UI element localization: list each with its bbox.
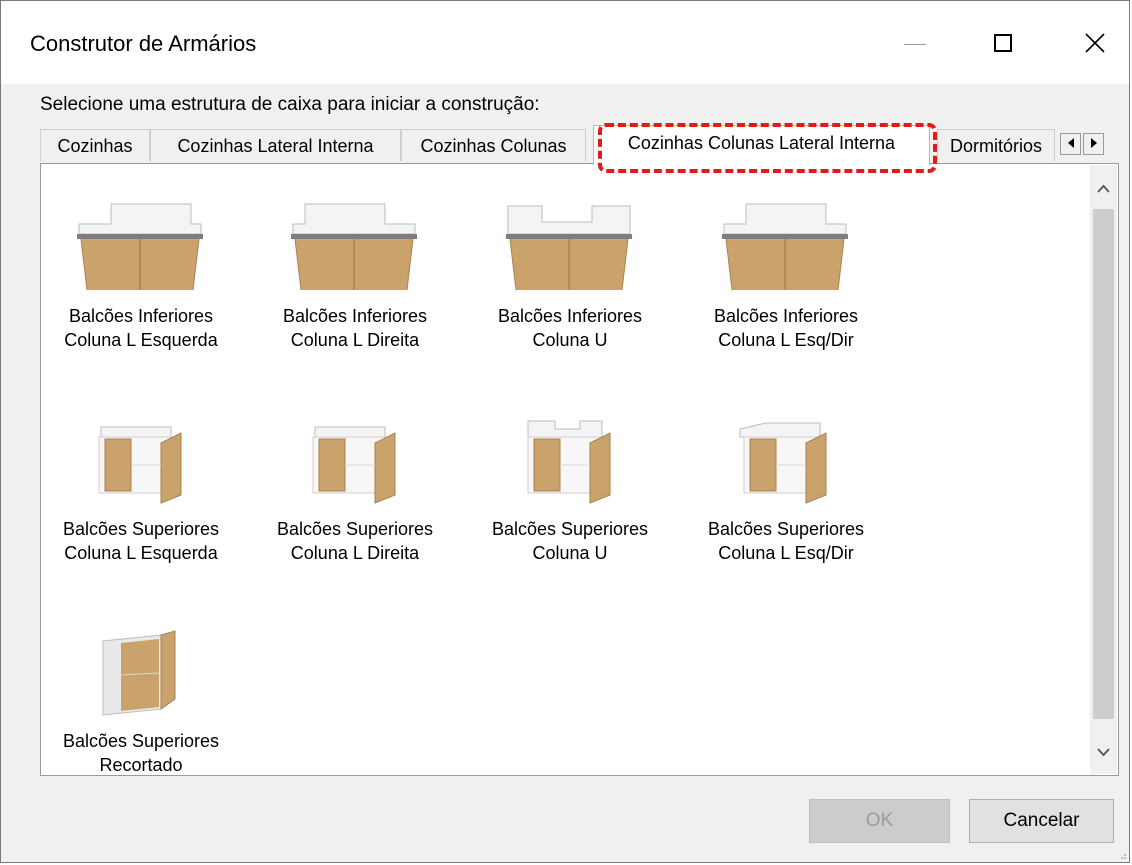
window-title: Construtor de Armários: [30, 31, 257, 56]
gallery-item[interactable]: Balcões Superiores Coluna L Esquerda: [41, 407, 241, 565]
gallery-item-label-line1: Balcões Inferiores: [497, 306, 643, 326]
dialog-window: Construtor de Armários Selecione uma est…: [0, 0, 1130, 863]
gallery-item-label: Balcões Inferiores Coluna U: [470, 304, 670, 352]
gallery-item-label-line2: Coluna L Esquerda: [64, 543, 218, 563]
gallery-item-label-line2: Coluna L Esquerda: [64, 330, 218, 350]
gallery-item-label-line2: Coluna L Direita: [290, 543, 420, 563]
gallery-item-label: Balcões Inferiores Coluna L Esquerda: [41, 304, 241, 352]
gallery-item-label: Balcões Superiores Coluna L Esq/Dir: [686, 517, 886, 565]
close-icon: [1085, 33, 1105, 53]
cabinet-gallery: Balcões Inferiores Coluna L Esquerda Balcõ…: [40, 163, 1119, 776]
gallery-item-label-line1: Balcões Superiores: [62, 731, 220, 751]
cabinet-thumbnail-icon: [506, 205, 632, 291]
gallery-item-label-line1: Balcões Inferiores: [68, 306, 214, 326]
gallery-item-label: Balcões Inferiores Coluna L Direita: [255, 304, 455, 352]
cabinet-thumbnail-icon: [312, 426, 396, 504]
tab-dormitorios[interactable]: Dormitórios: [937, 129, 1055, 161]
tab-cozinhas[interactable]: Cozinhas: [40, 129, 150, 161]
gallery-item-label-line1: Balcões Superiores: [491, 519, 649, 539]
category-tabs: Cozinhas Cozinhas Lateral Interna Cozinh…: [40, 125, 1118, 165]
gallery-item-label: Balcões Superiores Coluna U: [470, 517, 670, 565]
left-arrow-icon: [1067, 138, 1074, 148]
cabinet-thumbnail-icon: [98, 426, 182, 504]
tab-scroll-right-button[interactable]: [1083, 133, 1104, 155]
tab-cozinhas-lateral-interna[interactable]: Cozinhas Lateral Interna: [150, 129, 401, 161]
gallery-item[interactable]: Balcões Superiores Coluna L Direita: [255, 407, 455, 565]
cancel-button[interactable]: Cancelar: [969, 799, 1114, 843]
gallery-item-label: Balcões Superiores Recortado: [41, 729, 241, 775]
gallery-item-label-line1: Balcões Superiores: [276, 519, 434, 539]
instruction-label: Selecione uma estrutura de caixa para in…: [40, 94, 540, 115]
gallery-item[interactable]: Balcões Superiores Coluna L Esq/Dir: [686, 407, 886, 565]
cabinet-thumbnail-icon: [291, 203, 417, 291]
gallery-item-label: Balcões Superiores Coluna L Esquerda: [41, 517, 241, 565]
gallery-item-label-line2: Recortado: [99, 755, 183, 775]
tab-cozinhas-colunas-lateral-interna[interactable]: Cozinhas Colunas Lateral Interna: [593, 125, 930, 165]
gallery-item-label-line2: Coluna L Direita: [290, 330, 420, 350]
chevron-down-icon: [1097, 748, 1110, 757]
gallery-item-label-line1: Balcões Inferiores: [282, 306, 428, 326]
right-arrow-icon: [1090, 138, 1097, 148]
scroll-down-button[interactable]: [1090, 730, 1117, 774]
resize-grip-icon[interactable]: [1117, 850, 1127, 860]
gallery-item-label-line2: Coluna U: [532, 330, 608, 350]
maximize-button[interactable]: [976, 21, 1036, 69]
minimize-icon: [904, 44, 926, 45]
gallery-item[interactable]: Balcões Inferiores Coluna L Esquerda: [41, 194, 241, 352]
scroll-up-button[interactable]: [1090, 165, 1117, 209]
gallery-item[interactable]: Balcões Superiores Recortado: [41, 619, 241, 775]
close-button[interactable]: [1066, 21, 1126, 69]
vertical-scrollbar[interactable]: [1090, 165, 1117, 774]
minimize-button[interactable]: [886, 21, 946, 69]
gallery-item[interactable]: Balcões Inferiores Coluna L Esq/Dir: [686, 194, 886, 352]
gallery-item-label-line2: Coluna L Esq/Dir: [718, 330, 854, 350]
cabinet-thumbnail-icon: [102, 630, 176, 716]
gallery-item-label-line1: Balcões Superiores: [707, 519, 865, 539]
gallery-item[interactable]: Balcões Inferiores Coluna U: [470, 194, 670, 352]
gallery-item-label: Balcões Superiores Coluna L Direita: [255, 517, 455, 565]
chevron-up-icon: [1097, 184, 1110, 193]
cabinet-thumbnail-icon: [722, 203, 848, 291]
tab-cozinhas-colunas[interactable]: Cozinhas Colunas: [401, 129, 586, 161]
gallery-item[interactable]: Balcões Superiores Coluna U: [470, 407, 670, 565]
gallery-item-label-line2: Coluna U: [532, 543, 608, 563]
gallery-item-label-line1: Balcões Superiores: [62, 519, 220, 539]
gallery-item-label-line1: Balcões Inferiores: [713, 306, 859, 326]
title-bar[interactable]: Construtor de Armários: [1, 1, 1129, 84]
gallery-item[interactable]: Balcões Inferiores Coluna L Direita: [255, 194, 455, 352]
maximize-icon: [994, 34, 1012, 52]
gallery-item-label-line2: Coluna L Esq/Dir: [718, 543, 854, 563]
cabinet-thumbnail-icon: [739, 422, 827, 504]
gallery-item-label: Balcões Inferiores Coluna L Esq/Dir: [686, 304, 886, 352]
cabinet-thumbnail-icon: [77, 203, 203, 291]
scroll-thumb[interactable]: [1093, 209, 1114, 719]
ok-button[interactable]: OK: [809, 799, 950, 843]
cabinet-thumbnail-icon: [527, 420, 611, 504]
tab-scroll-left-button[interactable]: [1060, 133, 1081, 155]
